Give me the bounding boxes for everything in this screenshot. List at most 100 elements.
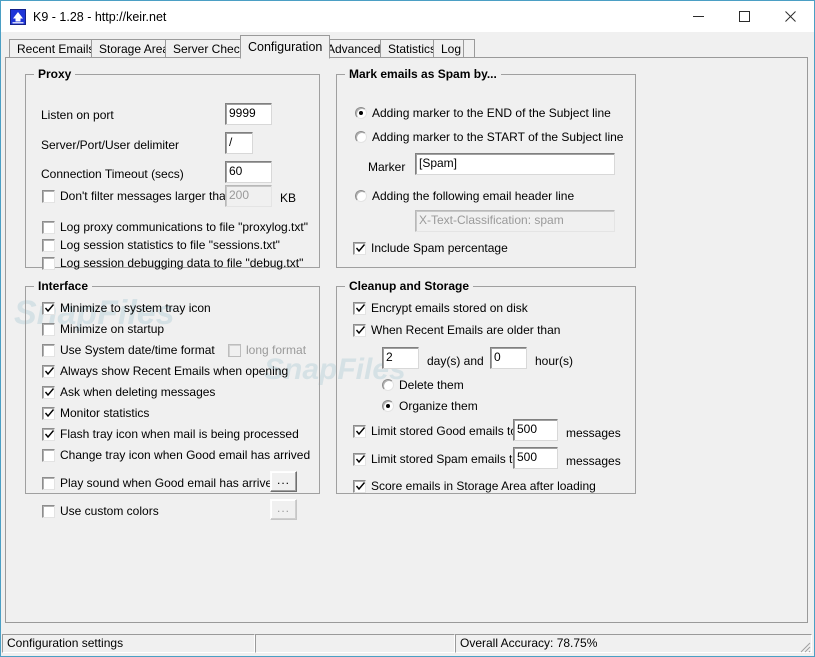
minimize-to-tray-label: Minimize to system tray icon	[60, 301, 211, 315]
connection-timeout-input[interactable]: 60	[225, 161, 272, 183]
marker-label: Marker	[368, 160, 406, 174]
check-icon	[355, 304, 366, 313]
close-icon	[784, 10, 796, 22]
dont-filter-larger-label: Don't filter messages larger than	[60, 189, 233, 203]
proxy-group: Proxy Listen on port 9999 Server/Port/Us…	[25, 67, 320, 270]
radio-box	[382, 379, 394, 391]
hours-input[interactable]: 0	[490, 347, 527, 369]
hours-unit-label: hour(s)	[535, 354, 574, 368]
check-icon	[355, 482, 366, 491]
delimiter-input[interactable]: /	[225, 132, 253, 154]
check-icon	[44, 304, 55, 313]
include-spam-percentage-label: Include Spam percentage	[371, 241, 508, 255]
checkbox-box	[42, 505, 55, 518]
interface-group: Interface Minimize to system tray icon M…	[25, 279, 320, 520]
checkbox-box	[42, 407, 55, 420]
radio-dot	[386, 404, 390, 408]
check-icon	[44, 388, 55, 397]
minimize-button[interactable]	[675, 1, 721, 31]
limit-good-emails-unit: messages	[566, 426, 621, 440]
email-header-input: X-Text-Classification: spam	[415, 210, 615, 232]
checkbox-box	[42, 190, 55, 203]
window-title: K9 - 1.28 - http://keir.net	[33, 10, 167, 24]
browse-sound-button[interactable]: ...	[270, 471, 297, 492]
radio-marker-end-label: Adding marker to the END of the Subject …	[372, 106, 611, 120]
checkbox-box	[42, 449, 55, 462]
check-icon	[355, 455, 366, 464]
checkbox-box	[353, 242, 366, 255]
dont-filter-size-input: 200	[225, 185, 272, 207]
long-format-label: long format	[246, 343, 307, 357]
older-than-label: When Recent Emails are older than	[371, 323, 561, 337]
interface-group-title: Interface	[34, 279, 93, 293]
tab-strip-filler	[463, 39, 475, 58]
spam-marking-group: Mark emails as Spam by... Adding marker …	[336, 67, 636, 268]
check-icon	[44, 430, 55, 439]
dont-filter-size-units: KB	[280, 191, 297, 205]
limit-good-emails-input[interactable]: 500	[513, 419, 558, 441]
application-window: K9 - 1.28 - http://keir.net Recent Email…	[0, 0, 815, 657]
minimize-icon	[692, 15, 704, 17]
check-icon	[355, 244, 366, 253]
limit-good-emails-label: Limit stored Good emails to	[371, 424, 518, 438]
browse-colors-button: ...	[270, 499, 297, 520]
checkbox-box	[42, 428, 55, 441]
radio-dot	[359, 111, 363, 115]
checkbox-box	[353, 480, 366, 493]
status-middle-panel	[255, 634, 455, 653]
checkbox-box	[42, 386, 55, 399]
listen-port-label: Listen on port	[41, 108, 114, 122]
title-bar: K9 - 1.28 - http://keir.net	[1, 1, 814, 32]
maximize-icon	[738, 10, 750, 22]
checkbox-box	[353, 425, 366, 438]
log-session-statistics-label: Log session statistics to file "sessions…	[60, 238, 280, 252]
checkbox-box	[353, 302, 366, 315]
minimize-on-startup-label: Minimize on startup	[60, 322, 165, 336]
checkbox-box	[42, 477, 55, 490]
cleanup-storage-group-title: Cleanup and Storage	[345, 279, 474, 293]
tab-strip: Recent Emails Storage Area Server Check …	[1, 32, 814, 59]
limit-spam-emails-unit: messages	[566, 454, 621, 468]
status-right-panel: Overall Accuracy: 78.75%	[455, 634, 812, 653]
use-custom-colors-label: Use custom colors	[60, 504, 159, 518]
tab-recent-emails[interactable]: Recent Emails	[9, 39, 103, 58]
close-button[interactable]	[767, 1, 813, 31]
checkbox-box	[228, 344, 241, 357]
maximize-button[interactable]	[721, 1, 767, 31]
checkbox-box	[42, 344, 55, 357]
radio-box	[355, 131, 367, 143]
tab-configuration[interactable]: Configuration	[240, 35, 331, 59]
radio-organize-them-label: Organize them	[399, 399, 478, 413]
connection-timeout-label: Connection Timeout (secs)	[41, 167, 184, 181]
change-tray-icon-label: Change tray icon when Good email has arr…	[60, 448, 311, 462]
radio-email-header-label: Adding the following email header line	[372, 189, 575, 203]
check-icon	[44, 367, 55, 376]
listen-port-input[interactable]: 9999	[225, 103, 272, 125]
check-icon	[44, 409, 55, 418]
log-proxy-communications-label: Log proxy communications to file "proxyl…	[60, 220, 308, 234]
checkbox-box	[42, 239, 55, 252]
proxy-group-title: Proxy	[34, 67, 76, 81]
days-unit-label: day(s) and	[427, 354, 484, 368]
limit-spam-emails-input[interactable]: 500	[513, 447, 558, 469]
configuration-tab-page: SnapFiles SnapFiles Proxy Listen on port…	[5, 57, 808, 623]
check-icon	[355, 326, 366, 335]
status-left-panel: Configuration settings	[2, 634, 255, 653]
score-emails-label: Score emails in Storage Area after loadi…	[371, 479, 596, 493]
check-icon	[355, 427, 366, 436]
checkbox-box	[42, 257, 55, 270]
marker-input[interactable]: [Spam]	[415, 153, 615, 175]
ask-when-deleting-label: Ask when deleting messages	[60, 385, 216, 399]
log-session-debugging-label: Log session debugging data to file "debu…	[60, 256, 304, 270]
delimiter-label: Server/Port/User delimiter	[41, 138, 180, 152]
checkbox-box	[353, 453, 366, 466]
always-show-recent-emails-label: Always show Recent Emails when opening	[60, 364, 289, 378]
checkbox-box	[42, 302, 55, 315]
checkbox-box	[42, 323, 55, 336]
encrypt-emails-label: Encrypt emails stored on disk	[371, 301, 528, 315]
resize-grip-icon[interactable]	[797, 639, 811, 653]
checkbox-box	[42, 221, 55, 234]
monitor-statistics-label: Monitor statistics	[60, 406, 150, 420]
use-system-datetime-label: Use System date/time format	[60, 343, 215, 357]
days-input[interactable]: 2	[382, 347, 419, 369]
